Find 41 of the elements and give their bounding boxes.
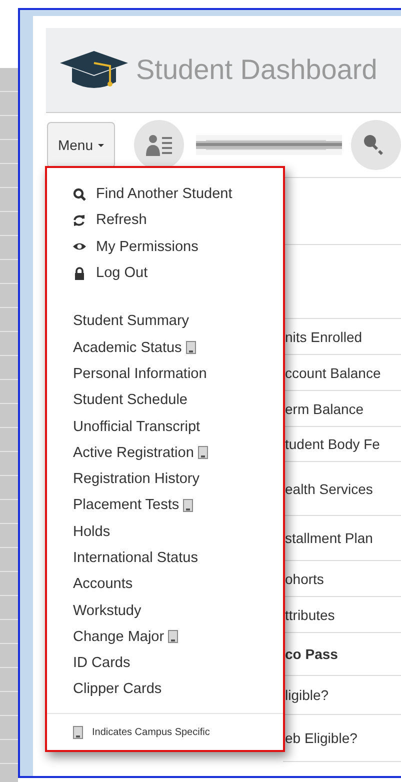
menu-item[interactable]: Active Registration <box>73 440 208 466</box>
menu-item[interactable]: Student Schedule <box>73 387 188 414</box>
menu-item[interactable]: Clipper Cards <box>73 676 162 703</box>
menu-item[interactable]: Academic Status <box>73 334 196 361</box>
menu-item[interactable]: Accounts <box>73 571 133 598</box>
row-label: ohorts <box>284 570 324 586</box>
menu-item[interactable]: My Permissions <box>73 234 198 260</box>
row-label: stallment Plan <box>284 530 373 546</box>
person-list-icon <box>146 134 172 156</box>
menu-item[interactable]: Refresh <box>73 207 147 234</box>
row-label: nits Enrolled <box>284 328 362 344</box>
tablet-icon <box>73 726 83 739</box>
menu-item[interactable]: Unofficial Transcript <box>73 413 200 440</box>
menu-item[interactable]: Student Summary <box>73 308 190 334</box>
key-button[interactable] <box>351 120 401 170</box>
search-icon <box>73 188 86 201</box>
menu-item[interactable]: Workstudy <box>73 597 142 624</box>
menu-item[interactable]: Find Another Student <box>73 181 232 208</box>
menu-item[interactable]: ID Cards <box>73 650 130 676</box>
dashboard-title: Student Dashboard <box>136 54 378 86</box>
row-label: eb Eligible? <box>284 730 358 746</box>
menu-item[interactable]: Personal Information <box>73 360 207 388</box>
menu-item[interactable]: Placement Tests <box>73 492 194 519</box>
row-label: tudent Body Fe <box>284 436 380 452</box>
refresh-icon <box>73 214 86 227</box>
row-label: erm Balance <box>284 400 364 416</box>
lock-icon <box>73 266 86 280</box>
menu-item[interactable]: Change Major <box>73 624 178 650</box>
menu-item[interactable]: International Status <box>73 544 198 572</box>
row-label: ligible? <box>284 687 329 703</box>
legend-text: Indicates Campus Specific <box>92 726 210 738</box>
menu-item[interactable]: Registration History <box>73 466 200 492</box>
row-label: co Pass <box>284 646 338 662</box>
row-label: ealth Services <box>284 480 373 496</box>
menu-button[interactable]: Menu <box>47 122 115 168</box>
menu-item[interactable]: Holds <box>73 518 110 545</box>
row-label: ttributes <box>284 606 335 622</box>
key-icon <box>363 134 385 156</box>
row-label: ccount Balance <box>284 364 381 380</box>
menu-item[interactable]: Log Out <box>73 260 148 286</box>
caret-icon <box>98 144 104 146</box>
